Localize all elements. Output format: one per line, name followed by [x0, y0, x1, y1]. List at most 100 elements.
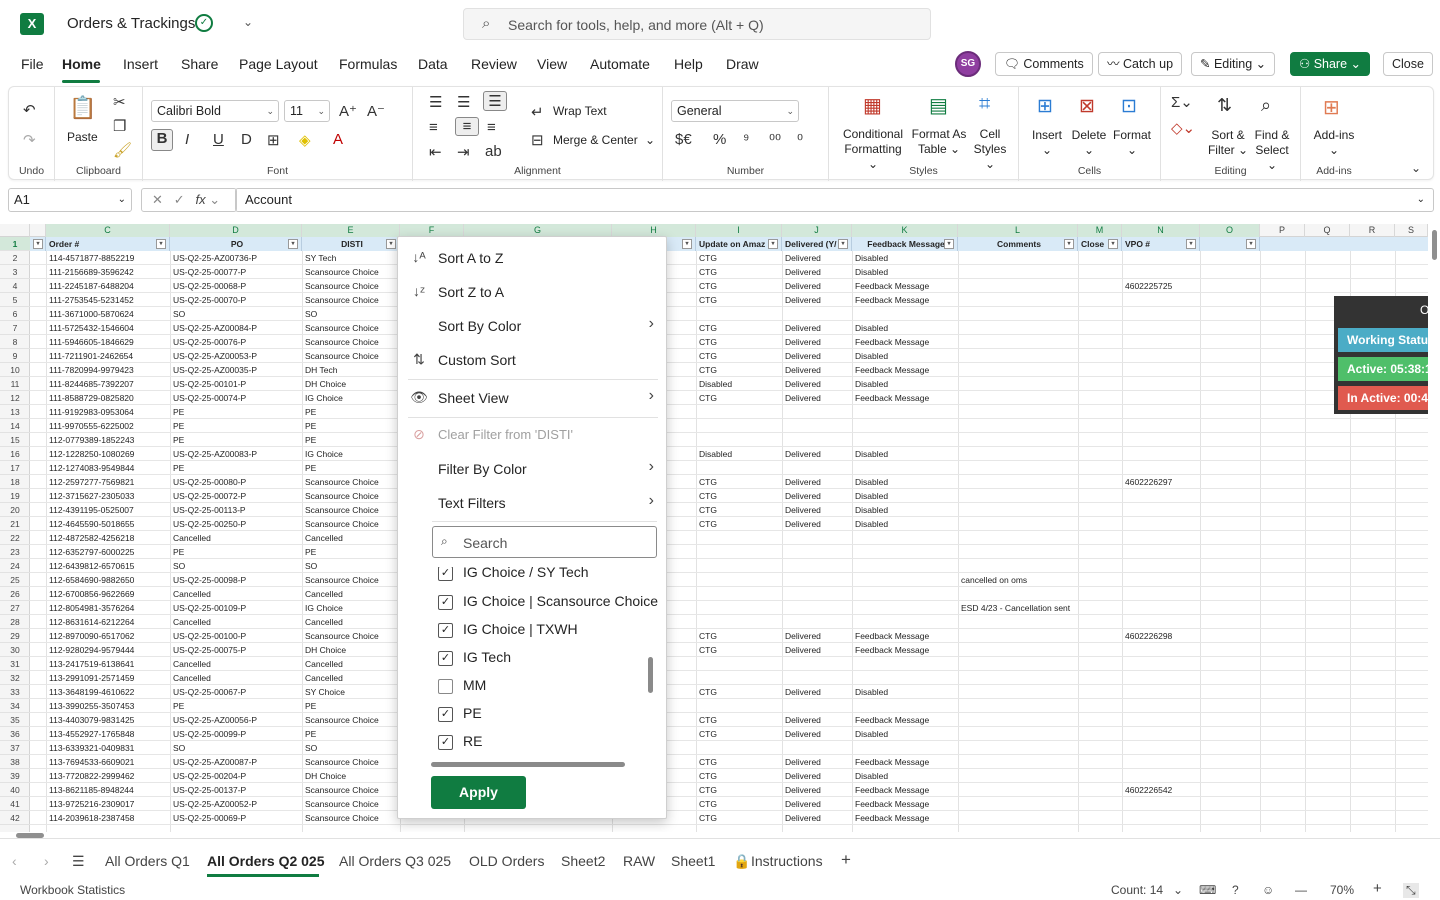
filter-dropdown-icon[interactable]: ▾: [838, 239, 848, 249]
decrease-font-icon[interactable]: A⁻: [367, 102, 385, 120]
table-cell[interactable]: Disabled: [852, 503, 958, 517]
table-cell[interactable]: PE: [170, 461, 302, 475]
column-header[interactable]: S: [1395, 224, 1428, 237]
filter-dropdown-icon[interactable]: ▾: [1108, 239, 1118, 249]
table-cell[interactable]: US-Q2-25-00069-P: [170, 811, 302, 825]
scroll-thumb[interactable]: [1432, 230, 1437, 260]
table-cell[interactable]: cancelled on oms: [958, 573, 1078, 587]
table-cell[interactable]: US-Q2-25-00077-P: [170, 265, 302, 279]
table-cell[interactable]: CTG: [696, 517, 782, 531]
sheet-tab[interactable]: Sheet1: [671, 853, 715, 869]
table-cell[interactable]: [782, 601, 852, 615]
table-cell[interactable]: [1122, 559, 1200, 573]
table-cell[interactable]: Cancelled: [170, 587, 302, 601]
table-cell[interactable]: [958, 769, 1078, 783]
table-cell[interactable]: Delivered: [782, 475, 852, 489]
table-cell[interactable]: [782, 545, 852, 559]
row-header[interactable]: 17: [0, 461, 30, 475]
font-size-select[interactable]: 11 ⌄: [284, 100, 330, 122]
table-cell[interactable]: Scansource Choice: [302, 713, 400, 727]
table-cell[interactable]: 114-2039618-2387458: [46, 811, 170, 825]
font-color-icon[interactable]: A: [333, 131, 343, 148]
row-header[interactable]: 40: [0, 783, 30, 797]
tab-data[interactable]: Data: [418, 56, 448, 72]
table-cell[interactable]: [782, 573, 852, 587]
formula-input[interactable]: Account ⌄: [235, 188, 1434, 212]
table-cell[interactable]: [958, 293, 1078, 307]
table-cell[interactable]: [1122, 615, 1200, 629]
row-header[interactable]: 37: [0, 741, 30, 755]
table-cell[interactable]: [1122, 755, 1200, 769]
row-header[interactable]: 34: [0, 699, 30, 713]
table-cell[interactable]: Delivered: [782, 755, 852, 769]
table-cell[interactable]: [958, 755, 1078, 769]
table-cell[interactable]: [696, 587, 782, 601]
table-cell[interactable]: Delivered: [782, 517, 852, 531]
table-cell[interactable]: [1122, 447, 1200, 461]
table-cell[interactable]: [958, 713, 1078, 727]
row-header[interactable]: 13: [0, 405, 30, 419]
filter-value-item[interactable]: ✓ PE: [438, 700, 653, 728]
table-cell[interactable]: Scansource Choice: [302, 265, 400, 279]
row-header[interactable]: 22: [0, 531, 30, 545]
borders-icon[interactable]: ⊞: [267, 131, 280, 149]
table-cell[interactable]: CTG: [696, 391, 782, 405]
table-cell[interactable]: CTG: [696, 503, 782, 517]
sheet-tab[interactable]: Instructions: [751, 853, 823, 869]
table-cell[interactable]: [782, 699, 852, 713]
table-cell[interactable]: [1122, 811, 1200, 825]
row-header[interactable]: 11: [0, 377, 30, 391]
table-cell[interactable]: 113-2417519-6138641: [46, 657, 170, 671]
table-cell[interactable]: [852, 419, 958, 433]
table-cell[interactable]: PE: [302, 419, 400, 433]
table-cell[interactable]: [1122, 503, 1200, 517]
table-cell[interactable]: Delivered: [782, 783, 852, 797]
all-sheets-icon[interactable]: ☰: [72, 853, 85, 870]
table-cell[interactable]: [958, 349, 1078, 363]
table-cell[interactable]: [696, 657, 782, 671]
decrease-indent-icon[interactable]: ⇤: [429, 143, 442, 161]
increase-decimal-icon[interactable]: ⁰⁰: [769, 131, 781, 149]
table-cell[interactable]: Delivered: [782, 391, 852, 405]
table-cell[interactable]: [958, 783, 1078, 797]
table-cell[interactable]: 112-4391195-0525007: [46, 503, 170, 517]
sort-z-to-a-item[interactable]: ↓ᶻ Sort Z to A: [398, 277, 668, 307]
table-cell[interactable]: US-Q2-25-00076-P: [170, 335, 302, 349]
table-cell[interactable]: [1122, 321, 1200, 335]
tab-automate[interactable]: Automate: [590, 56, 650, 72]
column-header[interactable]: I: [696, 224, 782, 237]
table-cell[interactable]: [782, 741, 852, 755]
table-cell[interactable]: [958, 377, 1078, 391]
table-cell[interactable]: [696, 741, 782, 755]
row-header[interactable]: 26: [0, 587, 30, 601]
table-cell[interactable]: PE: [170, 545, 302, 559]
tab-page-layout[interactable]: Page Layout: [239, 56, 318, 72]
table-cell[interactable]: 111-7820994-9979423: [46, 363, 170, 377]
row-header[interactable]: 7: [0, 321, 30, 335]
row-header[interactable]: 12: [0, 391, 30, 405]
table-cell[interactable]: [958, 405, 1078, 419]
apply-button[interactable]: Apply: [431, 776, 526, 809]
table-cell[interactable]: US-Q2-25-AZ00736-P: [170, 251, 302, 265]
list-scrollbar[interactable]: [648, 657, 653, 693]
table-cell[interactable]: DH Choice: [302, 377, 400, 391]
table-cell[interactable]: 113-4403079-9831425: [46, 713, 170, 727]
table-cell[interactable]: Disabled: [852, 769, 958, 783]
table-cell[interactable]: SO: [302, 307, 400, 321]
table-cell[interactable]: [1122, 685, 1200, 699]
table-cell[interactable]: [958, 587, 1078, 601]
table-cell[interactable]: [852, 405, 958, 419]
table-cell[interactable]: [782, 433, 852, 447]
table-cell[interactable]: Scansource Choice: [302, 573, 400, 587]
table-cell[interactable]: US-Q2-25-00099-P: [170, 727, 302, 741]
share-button[interactable]: ⚇ Share ⌄: [1290, 52, 1370, 76]
table-cell[interactable]: US-Q2-25-AZ00052-P: [170, 797, 302, 811]
table-cell[interactable]: [852, 461, 958, 475]
row-header[interactable]: 28: [0, 615, 30, 629]
name-box[interactable]: A1 ⌄: [8, 188, 132, 212]
table-cell[interactable]: DH Tech: [302, 363, 400, 377]
table-cell[interactable]: 112-4872582-4256218: [46, 531, 170, 545]
keyboard-icon[interactable]: ⌨: [1199, 883, 1216, 897]
table-cell[interactable]: [782, 559, 852, 573]
table-cell[interactable]: 112-6700856-9622669: [46, 587, 170, 601]
